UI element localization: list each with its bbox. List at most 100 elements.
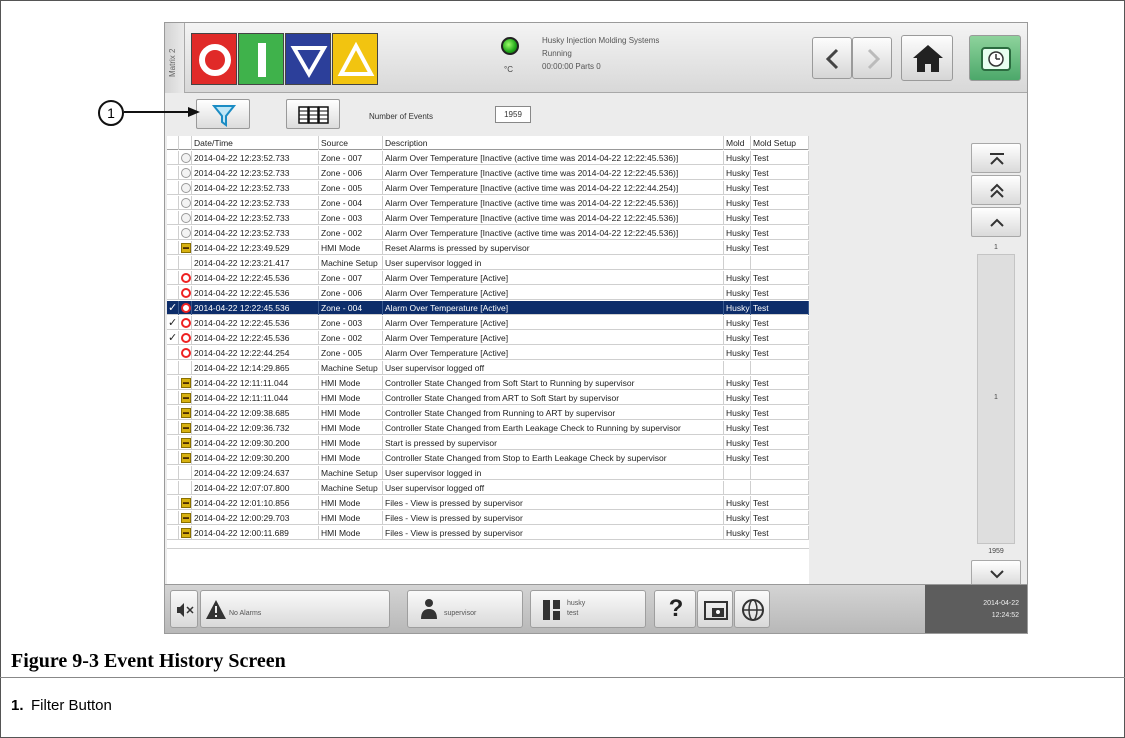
header-mold[interactable]: Mold xyxy=(724,136,751,150)
row-mold: Husky xyxy=(726,406,751,420)
table-row[interactable]: 2014-04-22 12:14:29.865 Machine Setup User… xyxy=(167,361,809,375)
table-row[interactable]: 2014-04-22 12:23:52.733 Zone - 003 Alarm O… xyxy=(167,211,809,225)
table-row[interactable]: ✓ 2014-04-22 12:22:45.536 Zone - 003 Alarm … xyxy=(167,316,809,330)
table-row[interactable]: ✓ 2014-04-22 12:22:45.536 Zone - 004 Alarm … xyxy=(167,301,809,315)
warning-button[interactable] xyxy=(332,33,378,85)
line-down-button[interactable] xyxy=(971,560,1021,586)
row-check xyxy=(167,361,179,375)
header-datetime[interactable]: Date/Time xyxy=(192,136,319,150)
row-source: HMI Mode xyxy=(319,511,383,525)
row-source: Machine Setup xyxy=(319,466,383,480)
checkmark-icon[interactable]: ✓ xyxy=(168,316,177,330)
table-row[interactable]: 2014-04-22 12:23:52.733 Zone - 004 Alarm O… xyxy=(167,196,809,210)
events-count-field: 1959 xyxy=(495,106,531,123)
schedule-button[interactable] xyxy=(969,35,1021,81)
stop-button[interactable] xyxy=(191,33,237,85)
row-icon xyxy=(179,151,192,165)
row-description: Alarm Over Temperature [Active] xyxy=(383,346,724,360)
table-row[interactable]: 2014-04-22 12:22:45.536 Zone - 006 Alarm O… xyxy=(167,286,809,300)
row-description: Alarm Over Temperature [Active] xyxy=(383,331,724,345)
hmi-event-icon: ▬ xyxy=(181,528,191,538)
legend-item-number: 1. xyxy=(11,697,24,714)
row-datetime: 2014-04-22 12:14:29.865 xyxy=(192,361,319,375)
checkmark-icon[interactable]: ✓ xyxy=(168,301,177,315)
chevron-left-icon xyxy=(825,48,839,70)
header-source[interactable]: Source xyxy=(319,136,383,150)
table-row[interactable]: ▬ 2014-04-22 12:00:11.689 HMI Mode Files - … xyxy=(167,526,809,540)
help-button[interactable]: ? xyxy=(654,590,696,628)
row-description: Alarm Over Temperature [Inactive (active… xyxy=(383,211,724,225)
row-check xyxy=(167,286,179,300)
table-row[interactable]: ▬ 2014-04-22 12:11:11.044 HMI Mode Controll… xyxy=(167,376,809,390)
back-button[interactable] xyxy=(812,37,852,79)
alarm-status-text: No Alarms xyxy=(229,610,262,617)
row-check xyxy=(167,166,179,180)
filter-button[interactable] xyxy=(196,99,250,129)
table-row[interactable]: ▬ 2014-04-22 12:09:30.200 HMI Mode Start is… xyxy=(167,436,809,450)
chevron-right-icon xyxy=(867,48,881,70)
hmi-event-icon: ▬ xyxy=(181,393,191,403)
matrix-tab[interactable]: Matrix 2 xyxy=(165,23,185,93)
row-source: Zone - 005 xyxy=(319,346,383,360)
row-mold-setup: Test xyxy=(751,301,809,315)
columns-button[interactable] xyxy=(286,99,340,129)
alarm-inactive-icon xyxy=(181,198,191,208)
forward-button[interactable] xyxy=(852,37,892,79)
row-check xyxy=(167,241,179,255)
row-datetime: 2014-04-22 12:23:52.733 xyxy=(192,151,319,165)
table-row[interactable]: 2014-04-22 12:23:52.733 Zone - 002 Alarm O… xyxy=(167,226,809,240)
table-row[interactable]: 2014-04-22 12:23:21.417 Machine Setup User… xyxy=(167,256,809,270)
table-row[interactable]: ▬ 2014-04-22 12:00:29.703 HMI Mode Files - … xyxy=(167,511,809,525)
table-row[interactable]: ▬ 2014-04-22 12:23:49.529 HMI Mode Reset Al… xyxy=(167,241,809,255)
language-button[interactable] xyxy=(734,590,770,628)
table-row[interactable]: 2014-04-22 12:07:07.800 Machine Setup User… xyxy=(167,481,809,495)
row-mold: Husky xyxy=(726,451,751,465)
row-description: User supervisor logged in xyxy=(383,466,724,480)
screenshot-button[interactable] xyxy=(697,590,733,628)
row-icon: ▬ xyxy=(179,406,192,420)
table-row[interactable]: ▬ 2014-04-22 12:09:38.685 HMI Mode Controll… xyxy=(167,406,809,420)
row-description: Files - View is pressed by supervisor xyxy=(383,496,724,510)
hmi-screen: Matrix 2 °C Husky Injection Molding Syst… xyxy=(164,22,1028,634)
row-mold-setup: Test xyxy=(751,511,809,525)
start-button[interactable] xyxy=(238,33,284,85)
row-description: Controller State Changed from Running to… xyxy=(383,406,724,420)
row-mold: Husky xyxy=(726,151,751,165)
header-mold-setup[interactable]: Mold Setup xyxy=(751,136,809,150)
table-row[interactable]: ▬ 2014-04-22 12:01:10.856 HMI Mode Files - … xyxy=(167,496,809,510)
globe-icon xyxy=(742,599,764,621)
line-up-button[interactable] xyxy=(971,207,1021,237)
table-row[interactable]: 2014-04-22 12:22:44.254 Zone - 005 Alarm O… xyxy=(167,346,809,360)
header-description[interactable]: Description xyxy=(383,136,724,150)
user-button[interactable]: supervisor xyxy=(407,590,523,628)
row-check xyxy=(167,196,179,210)
scroll-top-button[interactable] xyxy=(971,143,1021,173)
row-mold: Husky xyxy=(726,181,751,195)
table-row[interactable]: ▬ 2014-04-22 12:09:30.200 HMI Mode Controll… xyxy=(167,451,809,465)
lower-button[interactable] xyxy=(285,33,331,85)
checkmark-icon[interactable]: ✓ xyxy=(168,331,177,345)
table-row[interactable]: ▬ 2014-04-22 12:11:11.044 HMI Mode Controll… xyxy=(167,391,809,405)
row-mold: Husky xyxy=(726,526,751,540)
row-datetime: 2014-04-22 12:22:45.536 xyxy=(192,301,319,315)
alarms-button[interactable]: No Alarms xyxy=(200,590,390,628)
mold-button[interactable]: husky test xyxy=(530,590,646,628)
home-button[interactable] xyxy=(901,35,953,81)
callout-arrow-icon xyxy=(124,107,200,117)
row-check xyxy=(167,496,179,510)
row-mold: Husky xyxy=(726,376,751,390)
table-row[interactable]: 2014-04-22 12:22:45.536 Zone - 007 Alarm O… xyxy=(167,271,809,285)
table-row[interactable]: ▬ 2014-04-22 12:09:36.732 HMI Mode Controll… xyxy=(167,421,809,435)
row-mold: Husky xyxy=(726,271,751,285)
row-icon: ▬ xyxy=(179,451,192,465)
event-table: Date/Time Source Description Mold Mold S… xyxy=(167,136,809,584)
user-icon xyxy=(421,599,437,619)
alarm-active-icon xyxy=(181,333,191,343)
table-row[interactable]: 2014-04-22 12:23:52.733 Zone - 006 Alarm O… xyxy=(167,166,809,180)
table-row[interactable]: ✓ 2014-04-22 12:22:45.536 Zone - 002 Alarm … xyxy=(167,331,809,345)
mute-button[interactable] xyxy=(170,590,198,628)
page-up-button[interactable] xyxy=(971,175,1021,205)
table-row[interactable]: 2014-04-22 12:23:52.733 Zone - 007 Alarm O… xyxy=(167,151,809,165)
table-row[interactable]: 2014-04-22 12:23:52.733 Zone - 005 Alarm O… xyxy=(167,181,809,195)
table-row[interactable]: 2014-04-22 12:09:24.637 Machine Setup User… xyxy=(167,466,809,480)
